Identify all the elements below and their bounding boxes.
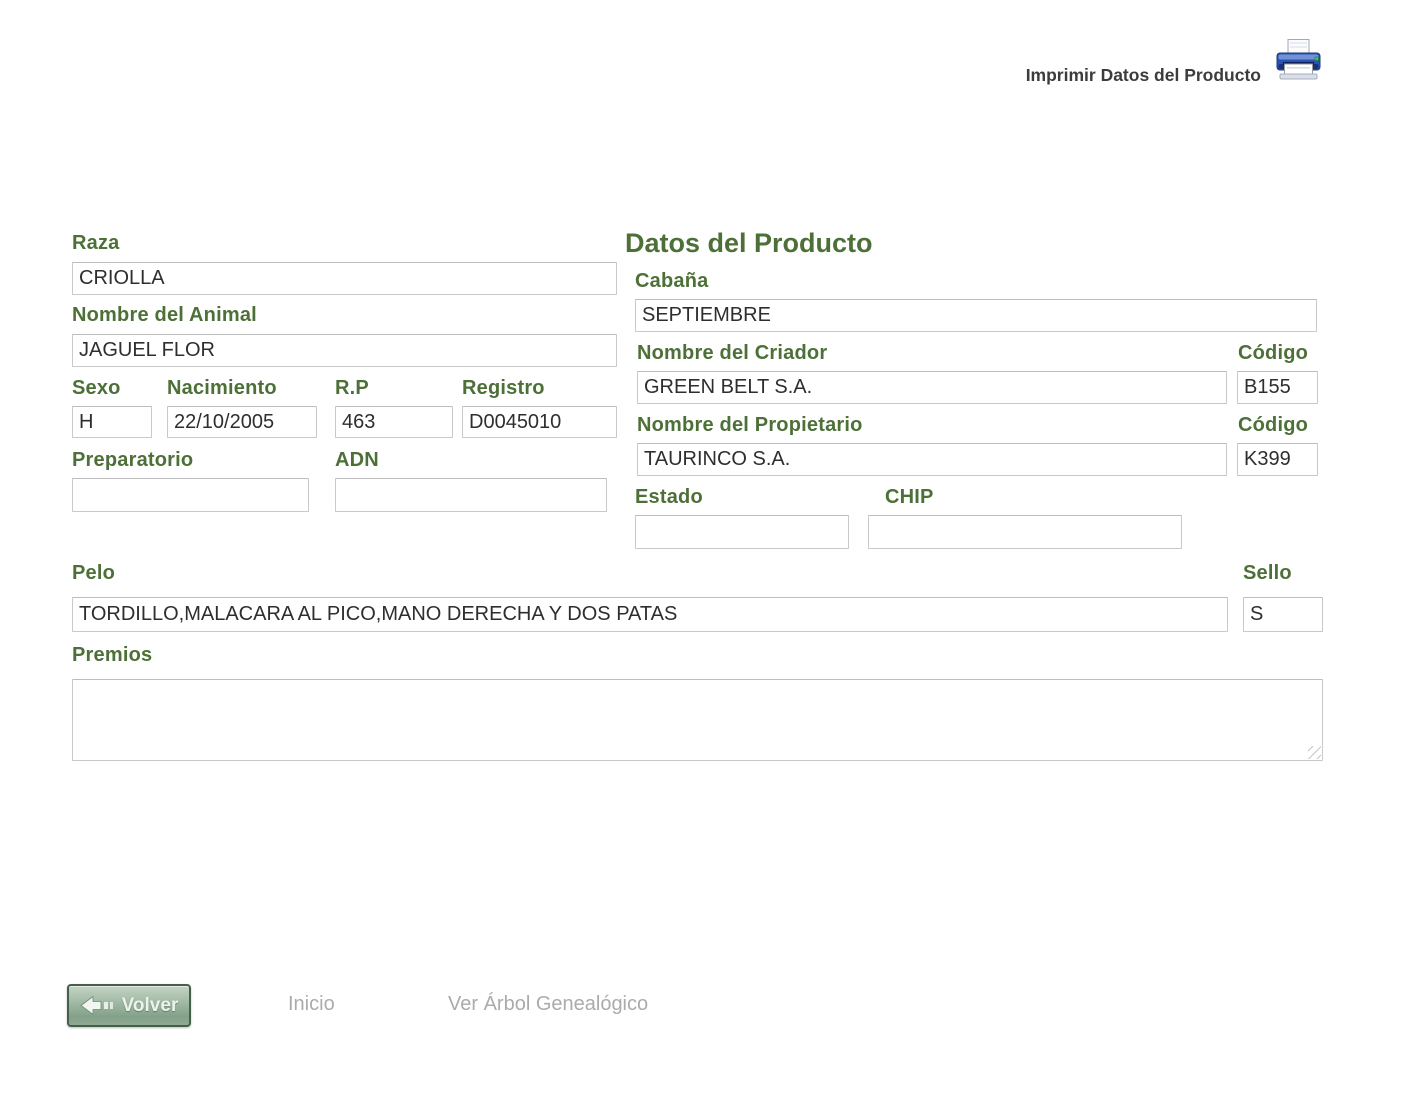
rp-label: R.P (335, 377, 369, 400)
cabana-input[interactable] (635, 299, 1317, 332)
criador-label: Nombre del Criador (637, 342, 827, 365)
premios-textarea[interactable] (72, 679, 1323, 761)
sexo-label: Sexo (72, 377, 121, 400)
sello-label: Sello (1243, 562, 1292, 585)
premios-label: Premios (72, 644, 152, 667)
raza-label: Raza (72, 232, 120, 255)
pelo-input[interactable] (72, 597, 1228, 632)
estado-label: Estado (635, 486, 703, 509)
nombre-animal-label: Nombre del Animal (72, 304, 257, 327)
ver-arbol-genealogico-link[interactable]: Ver Árbol Genealógico (448, 993, 648, 1016)
propietario-codigo-input[interactable] (1237, 443, 1318, 476)
criador-codigo-label: Código (1238, 342, 1308, 365)
preparatorio-label: Preparatorio (72, 449, 193, 472)
criador-input[interactable] (637, 371, 1227, 404)
cabana-label: Cabaña (635, 270, 708, 293)
product-data-page: Imprimir Datos del Producto Raza Nombre … (0, 0, 1404, 1118)
printer-icon[interactable] (1274, 38, 1323, 90)
nacimiento-input[interactable] (167, 406, 317, 438)
rp-input[interactable] (335, 406, 453, 438)
sexo-input[interactable] (72, 406, 152, 438)
preparatorio-input[interactable] (72, 478, 309, 512)
nacimiento-label: Nacimiento (167, 377, 277, 400)
adn-input[interactable] (335, 478, 607, 512)
registro-label: Registro (462, 377, 545, 400)
chip-input[interactable] (868, 515, 1182, 549)
registro-input[interactable] (462, 406, 617, 438)
chip-label: CHIP (885, 486, 934, 509)
nombre-animal-input[interactable] (72, 334, 617, 367)
back-arrow-icon (80, 995, 115, 1016)
adn-label: ADN (335, 449, 379, 472)
criador-codigo-input[interactable] (1237, 371, 1318, 404)
print-product-data-label[interactable]: Imprimir Datos del Producto (1026, 43, 1261, 86)
propietario-input[interactable] (637, 443, 1227, 476)
page-title: Datos del Producto (625, 228, 873, 259)
inicio-link[interactable]: Inicio (288, 993, 335, 1016)
sello-input[interactable] (1243, 597, 1323, 632)
pelo-label: Pelo (72, 562, 115, 585)
print-product-data-button[interactable]: Imprimir Datos del Producto (1026, 38, 1323, 90)
propietario-codigo-label: Código (1238, 414, 1308, 437)
volver-button[interactable]: Volver (67, 984, 191, 1027)
propietario-label: Nombre del Propietario (637, 414, 863, 437)
raza-input[interactable] (72, 262, 617, 295)
estado-input[interactable] (635, 515, 849, 549)
volver-button-label: Volver (122, 995, 179, 1017)
